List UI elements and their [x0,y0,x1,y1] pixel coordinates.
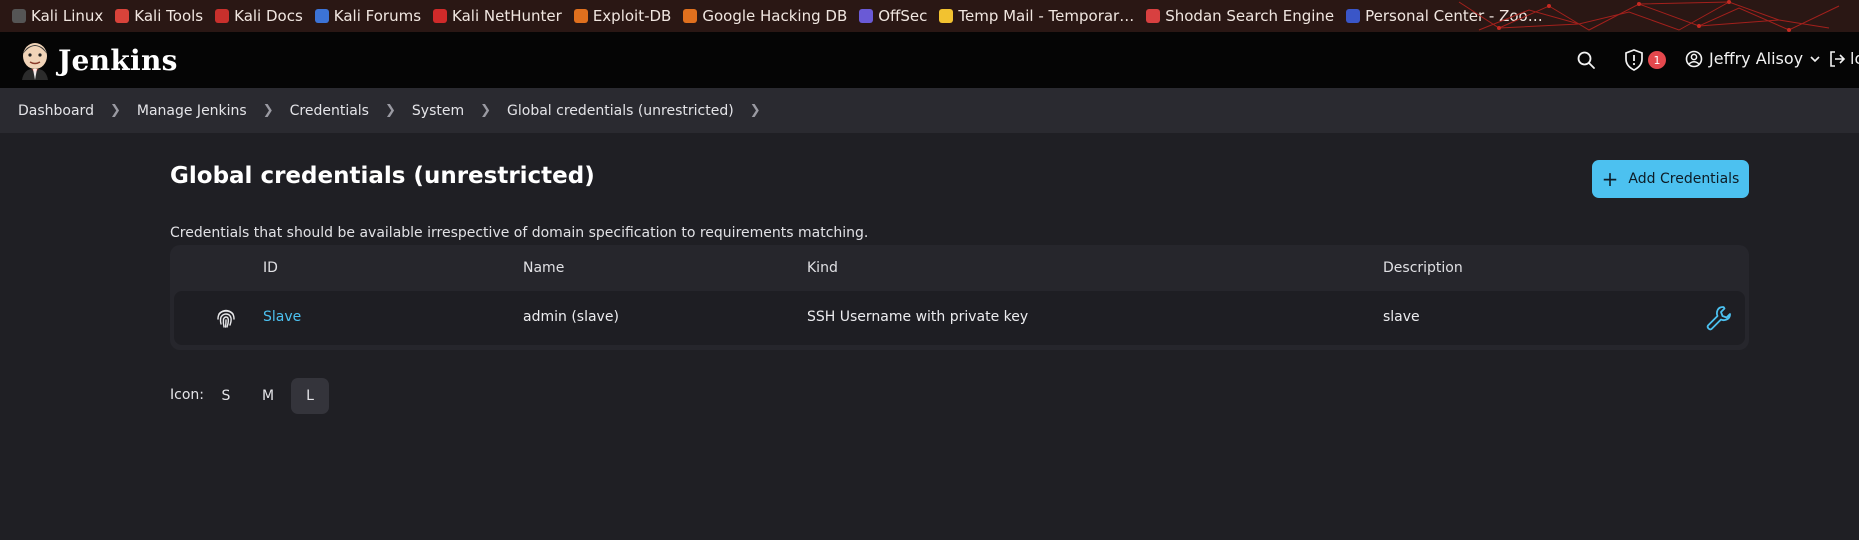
temp-mail-icon [939,9,954,23]
table-row: Slave admin (slave) SSH Username with pr… [174,291,1745,345]
bookmark-offsec[interactable]: OffSec [859,7,927,25]
bookmark-google-hacking-db[interactable]: Google Hacking DB [683,7,847,25]
credential-kind: SSH Username with private key [807,309,1029,325]
bookmark-label: Kali Docs [234,7,303,25]
bookmark-kali-docs[interactable]: Kali Docs [215,7,303,25]
exploit-db-icon [573,9,588,23]
chevron-down-icon [1810,55,1820,62]
kali-dragon-icon [12,9,26,23]
bookmark-kali-forums[interactable]: Kali Forums [314,7,422,25]
icon-size-m[interactable]: M [249,378,287,414]
shodan-icon [1146,9,1161,23]
bookmark-label: Google Hacking DB [702,7,848,25]
add-credentials-label: Add Credentials [1628,171,1740,187]
breadcrumb-item-global-credentials[interactable]: Global credentials (unrestricted) [507,103,734,119]
plus-icon: + [1601,167,1619,191]
credential-id-link[interactable]: Slave [263,309,301,325]
search-icon[interactable] [1576,50,1596,70]
credential-name: admin (slave) [523,309,619,325]
shield-alert-icon [1625,49,1643,71]
column-header-description[interactable]: Description [1383,260,1463,276]
column-header-id[interactable]: ID [263,260,278,276]
breadcrumb-item-system[interactable]: System [412,103,464,119]
breadcrumb-item-dashboard[interactable]: Dashboard [18,103,94,119]
chevron-right-icon[interactable]: ❯ [263,103,274,118]
chevron-right-icon[interactable]: ❯ [480,103,491,118]
notification-badge: 1 [1648,51,1666,69]
wrench-icon[interactable] [1704,303,1734,333]
bookmark-kali-linux[interactable]: Kali Linux [12,7,103,25]
jenkins-home-link[interactable]: Jenkins [18,40,178,80]
icon-size-l[interactable]: L [291,378,329,414]
user-menu[interactable]: Jeffry Alisoy [1685,49,1821,68]
chevron-right-icon[interactable]: ❯ [110,103,121,118]
logout-label: lo [1850,49,1859,68]
bookmark-label: Kali Linux [31,7,104,25]
kali-forums-icon [314,9,329,23]
zoomeye-icon [1346,9,1361,23]
kali-tools-icon [115,9,130,23]
bookmark-label: Kali NetHunter [452,7,562,25]
user-icon [1685,50,1703,67]
fingerprint-icon [217,309,235,328]
page-title: Global credentials (unrestricted) [170,163,595,189]
chevron-right-icon[interactable]: ❯ [385,103,396,118]
nethunter-icon [433,9,448,23]
credentials-table: ID Name Kind Description Slave admin (sl… [170,245,1749,350]
bookmark-kali-tools[interactable]: Kali Tools [115,7,203,25]
brand-name: Jenkins [58,43,178,77]
bookmark-label: Exploit-DB [592,7,672,25]
kali-docs-icon [215,9,230,23]
bookmark-label: Temp Mail - Temporar… [958,7,1135,25]
wallpaper-network-decoration [1458,0,1840,32]
jenkins-logo-icon [22,43,48,80]
bookmark-label: Kali Forums [333,7,422,25]
app-header: Jenkins 1 Jeffry Alisoy lo [0,32,1859,88]
breadcrumb: Dashboard ❯ Manage Jenkins ❯ Credentials… [0,88,1859,133]
logout-icon [1830,50,1846,67]
bookmarks-bar: Kali Linux Kali Tools Kali Docs Kali For… [0,0,1859,32]
column-header-kind[interactable]: Kind [807,260,838,276]
column-header-name[interactable]: Name [523,260,564,276]
ghdb-icon [683,9,698,23]
breadcrumb-item-manage-jenkins[interactable]: Manage Jenkins [137,103,247,119]
security-alerts-button[interactable]: 1 [1624,49,1666,71]
icon-size-s[interactable]: S [207,378,245,414]
bookmark-temp-mail[interactable]: Temp Mail - Temporar… [939,7,1134,25]
user-name: Jeffry Alisoy [1709,49,1804,68]
offsec-icon [859,9,874,23]
bookmark-exploit-db[interactable]: Exploit-DB [573,7,672,25]
bookmark-label: OffSec [878,7,928,25]
icon-size-label: Icon: [170,387,204,403]
bookmark-label: Kali Tools [134,7,204,25]
bookmark-label: Shodan Search Engine [1165,7,1335,25]
bookmark-shodan[interactable]: Shodan Search Engine [1146,7,1334,25]
breadcrumb-item-credentials[interactable]: Credentials [290,103,369,119]
page-description: Credentials that should be available irr… [170,225,869,241]
bookmark-kali-nethunter[interactable]: Kali NetHunter [433,7,562,25]
credential-description: slave [1383,309,1420,325]
logout-button[interactable]: lo [1828,49,1859,68]
chevron-right-icon[interactable]: ❯ [750,103,761,118]
add-credentials-button[interactable]: + Add Credentials [1592,160,1749,198]
